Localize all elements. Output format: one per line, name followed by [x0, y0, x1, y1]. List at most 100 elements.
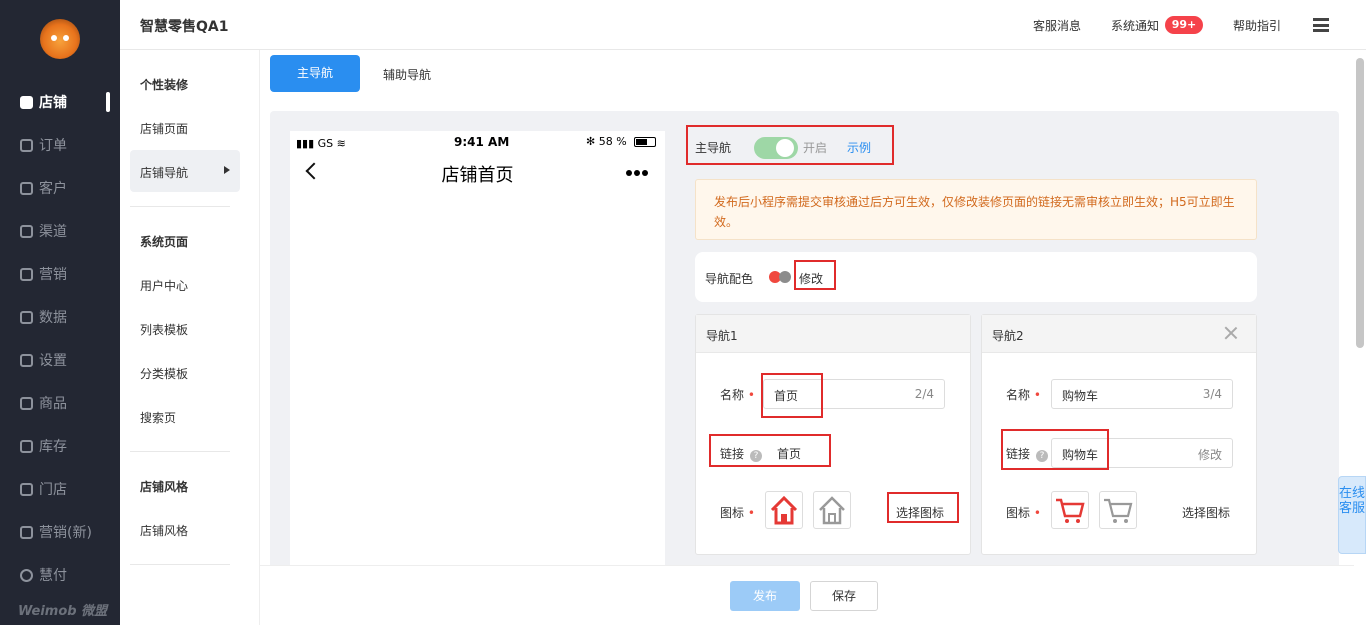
name-input[interactable]: 购物车 3/4: [1051, 379, 1233, 409]
sidebar-item-data[interactable]: 数据: [20, 307, 67, 327]
sidebar-item-marketing[interactable]: 营销: [20, 264, 67, 284]
tab-main-nav[interactable]: 主导航: [270, 55, 360, 92]
name-label-text: 名称: [720, 388, 745, 402]
subnav-item-store-nav[interactable]: 店铺导航: [140, 164, 188, 181]
publish-button[interactable]: 发布: [730, 581, 800, 611]
divider: [130, 564, 230, 565]
sidebar-item-label: 设置: [39, 353, 67, 369]
name-label-text: 名称: [1006, 388, 1031, 402]
sidebar-item-goods[interactable]: 商品: [20, 393, 67, 413]
example-link[interactable]: 示例: [847, 139, 871, 156]
sidebar-item-channels[interactable]: 渠道: [20, 221, 67, 241]
link-edit[interactable]: 修改: [1198, 446, 1222, 463]
sidebar-item-label: 数据: [39, 310, 67, 326]
sidebar-item-settings[interactable]: 设置: [20, 350, 67, 370]
icon-label-text: 图标: [720, 506, 745, 520]
required-mark: •: [747, 388, 755, 402]
footer-actions: 发布 保存: [260, 565, 1354, 625]
subnav-group-title: 系统页面: [140, 235, 189, 249]
sidebar-item-orders[interactable]: 订单: [20, 135, 67, 155]
subnav-item-list-template[interactable]: 列表模板: [140, 321, 188, 338]
subnav-item-search-page[interactable]: 搜索页: [140, 409, 176, 426]
data-icon: [20, 310, 33, 324]
shop-icon: [20, 482, 33, 496]
active-indicator: [106, 92, 110, 112]
online-service-button[interactable]: 在线客服: [1338, 476, 1366, 554]
phone-preview: ▮▮▮ GS ≋ 9:41 AM ✻ 58 % 店铺首页: [290, 131, 665, 625]
card-title: 导航2: [992, 329, 1024, 343]
sidebar-item-pay[interactable]: 慧付: [20, 565, 67, 585]
card-header: 导航1: [696, 315, 970, 353]
main-nav-label: 主导航: [695, 141, 732, 155]
divider: [130, 451, 230, 452]
cart-inactive-icon[interactable]: [1099, 491, 1137, 529]
highlight-box: [1001, 429, 1109, 470]
save-button[interactable]: 保存: [810, 581, 878, 611]
marketing-icon: [20, 267, 33, 281]
sidebar-item-label: 订单: [39, 138, 67, 154]
pay-icon: [20, 568, 33, 582]
battery-icon: [634, 137, 656, 147]
color-swatch-gray: [779, 271, 791, 283]
name-label: 名称 •: [720, 386, 755, 403]
top-bar: 智慧零售QA1 客服消息 系统通知 99+ 帮助指引: [120, 0, 1366, 50]
toggle-state-text: 开启: [803, 141, 828, 155]
tab-aux-nav[interactable]: 辅助导航: [383, 66, 431, 83]
settings-icon: [20, 353, 33, 367]
notice-banner: 发布后小程序需提交审核通过后方可生效，仅修改装修页面的链接无需审核立即生效；H5…: [695, 179, 1257, 240]
required-mark: •: [1033, 506, 1041, 520]
goods-icon: [20, 396, 33, 410]
required-mark: •: [747, 506, 755, 520]
sidebar-item-marketing-new[interactable]: 营销(新): [20, 522, 92, 542]
highlight-box: [709, 434, 831, 467]
system-notice-link[interactable]: 系统通知: [1111, 17, 1159, 34]
order-icon: [20, 138, 33, 152]
help-link[interactable]: 帮助指引: [1233, 17, 1281, 34]
icon-label: 图标 •: [1006, 504, 1041, 521]
sidebar-item-label: 店铺: [39, 95, 67, 111]
sidebar-item-customers[interactable]: 客户: [20, 178, 67, 198]
notice-badge: 99+: [1165, 16, 1203, 34]
name-input-value: 购物车: [1062, 389, 1099, 403]
nav-color-row: 导航配色 修改: [695, 252, 1257, 302]
sidebar-item-label: 慧付: [39, 568, 67, 584]
subnav-group-title: 个性装修: [140, 78, 189, 92]
home-active-icon[interactable]: [765, 491, 803, 529]
subnav-item-store-pages[interactable]: 店铺页面: [140, 120, 188, 137]
home-inactive-icon[interactable]: [813, 491, 851, 529]
name-label: 名称 •: [1006, 386, 1041, 403]
phone-time: 9:41 AM: [454, 135, 510, 149]
sidebar-item-label: 门店: [39, 482, 67, 498]
nav-color-label: 导航配色: [705, 272, 754, 286]
sidebar-item-shops[interactable]: 门店: [20, 479, 67, 499]
sidebar-item-label: 库存: [39, 439, 67, 455]
editor-panel: ▮▮▮ GS ≋ 9:41 AM ✻ 58 % 店铺首页 主导航 开启 示例 发…: [270, 111, 1339, 625]
card-header: 导航2: [982, 315, 1256, 353]
avatar[interactable]: [40, 19, 80, 59]
choose-icon-button[interactable]: 选择图标: [1182, 504, 1230, 521]
close-icon[interactable]: [1224, 326, 1238, 340]
sidebar-item-label: 商品: [39, 396, 67, 412]
marketing-new-icon: [20, 525, 33, 539]
signal-icon: ▮▮▮ GS ≋: [296, 137, 346, 150]
subnav-item-store-style[interactable]: 店铺风格: [140, 522, 188, 539]
scrollbar[interactable]: [1356, 58, 1364, 348]
char-count: 2/4: [914, 387, 934, 401]
sidebar-item-store[interactable]: 店铺: [20, 92, 67, 112]
bluetooth-icon: ✻ 58 %: [586, 135, 627, 148]
shop-name: 智慧零售QA1: [140, 19, 229, 35]
carrier-label: GS: [317, 137, 334, 150]
subnav-item-user-center[interactable]: 用户中心: [140, 277, 188, 294]
service-messages-link[interactable]: 客服消息: [1033, 17, 1081, 34]
char-count: 3/4: [1202, 387, 1222, 401]
subnav-item-category-template[interactable]: 分类模板: [140, 365, 188, 382]
more-dots-icon[interactable]: [626, 170, 632, 176]
cart-active-icon[interactable]: [1051, 491, 1089, 529]
customer-icon: [20, 181, 33, 195]
sidebar-item-inventory[interactable]: 库存: [20, 436, 67, 456]
sidebar: 店铺 订单 客户 渠道 营销 数据 设置 商品 库存 门店 营销(新) 慧付 W…: [0, 0, 120, 625]
card-title: 导航1: [706, 329, 738, 343]
main-nav-toggle[interactable]: [754, 137, 798, 159]
hamburger-menu-icon[interactable]: [1313, 18, 1329, 32]
secondary-nav: 个性装修 店铺页面 店铺导航 系统页面 用户中心 列表模板 分类模板 搜索页 店…: [120, 50, 260, 625]
